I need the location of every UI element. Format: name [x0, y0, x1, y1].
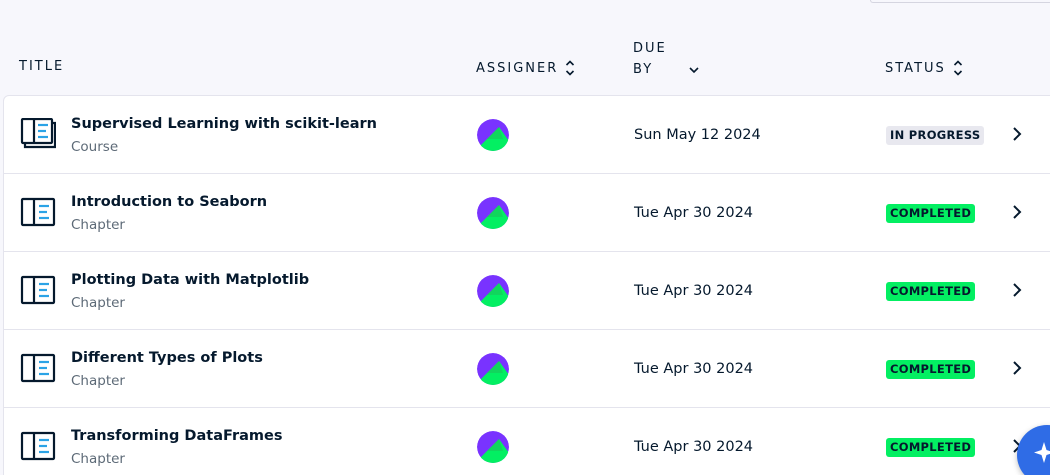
status-badge: COMPLETED — [886, 282, 976, 301]
chevron-right-icon[interactable] — [1012, 126, 1022, 142]
due-date: Tue Apr 30 2024 — [634, 205, 754, 221]
row-title[interactable]: Different Types of Plots — [71, 350, 263, 366]
row-type: Chapter — [71, 217, 125, 233]
sort-icon[interactable] — [953, 59, 963, 77]
assigner-avatar — [477, 197, 509, 229]
due-date: Tue Apr 30 2024 — [634, 361, 754, 377]
chapter-icon — [20, 430, 56, 462]
column-header-due-label-2: BY — [633, 62, 654, 77]
assigner-avatar — [477, 119, 509, 151]
row-title[interactable]: Transforming DataFrames — [71, 428, 282, 444]
table-row[interactable]: Transforming DataFrames Chapter Tue Apr 30… — [4, 408, 1050, 475]
status-badge: COMPLETED — [886, 204, 976, 223]
sort-icon[interactable] — [565, 59, 575, 77]
row-type: Chapter — [71, 373, 125, 389]
chapter-icon — [20, 274, 56, 306]
chapter-icon — [20, 352, 56, 384]
row-type: Chapter — [71, 295, 125, 311]
assignments-page: TITLE ASSIGNER DUE BY STATUS Supervised … — [0, 0, 1050, 475]
row-title[interactable]: Plotting Data with Matplotlib — [71, 272, 309, 288]
ai-sparkle-icon — [1034, 442, 1050, 463]
table-row[interactable]: Supervised Learning with scikit-learn Cou… — [4, 96, 1050, 174]
assigner-avatar — [477, 275, 509, 307]
row-title[interactable]: Supervised Learning with scikit-learn — [71, 116, 377, 132]
chevron-right-icon[interactable] — [1012, 282, 1022, 298]
row-type: Course — [71, 139, 119, 155]
chevron-right-icon[interactable] — [1012, 360, 1022, 376]
chapter-icon — [20, 196, 56, 228]
table-header: TITLE ASSIGNER DUE BY STATUS — [0, 0, 1050, 95]
column-header-status[interactable]: STATUS — [885, 59, 963, 77]
assigner-avatar — [477, 431, 509, 463]
column-header-title: TITLE — [19, 59, 64, 74]
status-badge: COMPLETED — [886, 360, 976, 379]
table-row[interactable]: Plotting Data with Matplotlib Chapter Tue … — [4, 252, 1050, 330]
table-row[interactable]: Different Types of Plots Chapter Tue Apr 3… — [4, 330, 1050, 408]
row-type: Chapter — [71, 451, 125, 467]
due-date: Tue Apr 30 2024 — [634, 439, 754, 455]
assigner-avatar — [477, 353, 509, 385]
column-header-status-label: STATUS — [885, 60, 946, 76]
assignments-table: Supervised Learning with scikit-learn Cou… — [3, 95, 1050, 475]
sort-descending-icon[interactable] — [688, 62, 700, 76]
due-date: Sun May 12 2024 — [634, 127, 761, 143]
course-icon — [20, 117, 57, 150]
status-badge: COMPLETED — [886, 438, 976, 457]
column-header-assigner-label: ASSIGNER — [476, 60, 559, 76]
status-badge: IN PROGRESS — [886, 126, 985, 145]
table-row[interactable]: Introduction to Seaborn Chapter Tue Apr 30… — [4, 174, 1050, 252]
row-title[interactable]: Introduction to Seaborn — [71, 194, 267, 210]
column-header-assigner[interactable]: ASSIGNER — [476, 59, 575, 77]
column-header-title-label: TITLE — [19, 59, 65, 74]
chevron-right-icon[interactable] — [1012, 204, 1022, 220]
column-header-due-label-1: DUE — [633, 41, 667, 56]
column-header-due-by[interactable]: DUE BY — [633, 38, 667, 80]
due-date: Tue Apr 30 2024 — [634, 283, 754, 299]
